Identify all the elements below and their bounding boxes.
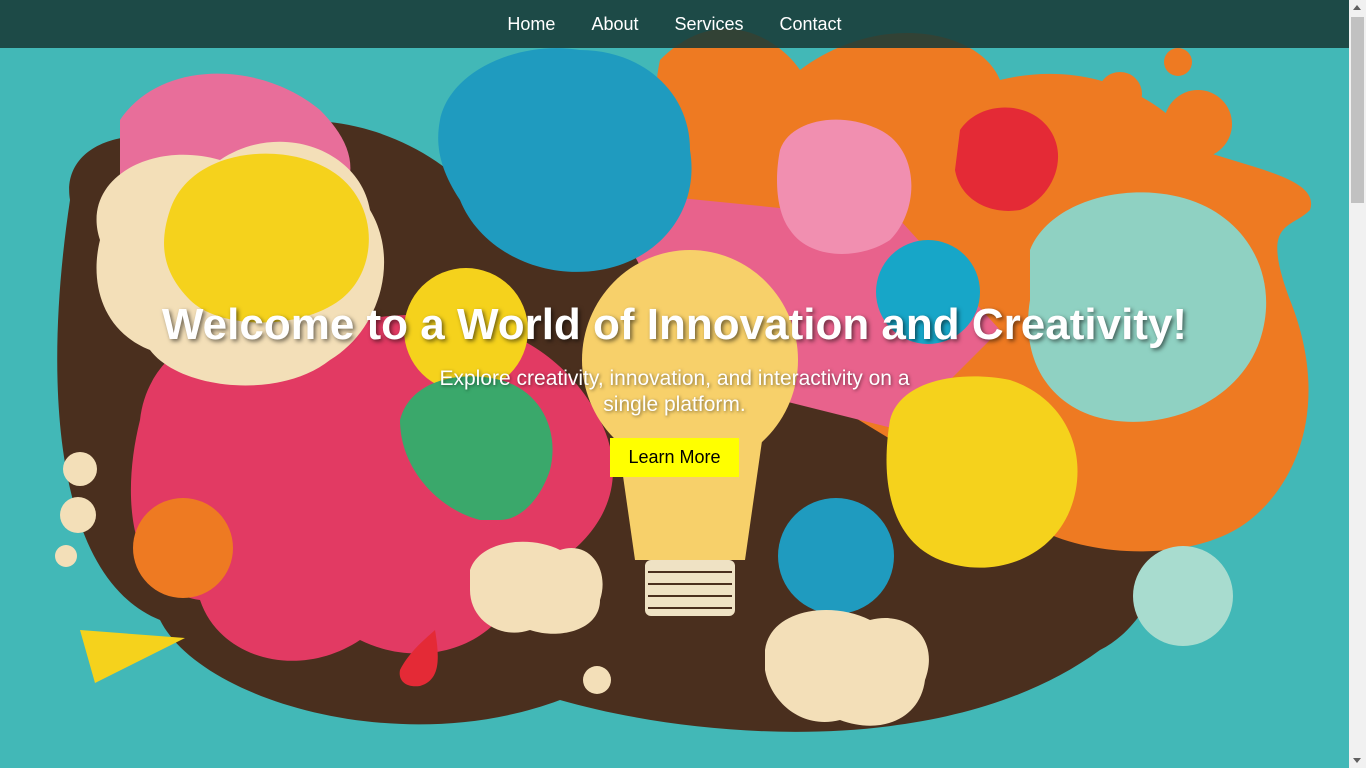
page-scrollbar[interactable]	[1349, 0, 1366, 768]
learn-more-button[interactable]: Learn More	[610, 438, 739, 477]
nav-link-home[interactable]: Home	[507, 14, 555, 35]
scrollbar-thumb[interactable]	[1351, 17, 1364, 203]
nav-link-about[interactable]: About	[591, 14, 638, 35]
hero-content: Welcome to a World of Innovation and Cre…	[0, 300, 1349, 477]
main-nav: Home About Services Contact	[0, 0, 1349, 48]
nav-link-services[interactable]: Services	[674, 14, 743, 35]
nav-link-contact[interactable]: Contact	[780, 14, 842, 35]
hero-subtitle: Explore creativity, innovation, and inte…	[439, 367, 910, 416]
hero-title: Welcome to a World of Innovation and Cre…	[161, 300, 1188, 349]
scroll-up-arrow-icon[interactable]	[1353, 5, 1361, 10]
scroll-down-arrow-icon[interactable]	[1353, 758, 1361, 763]
